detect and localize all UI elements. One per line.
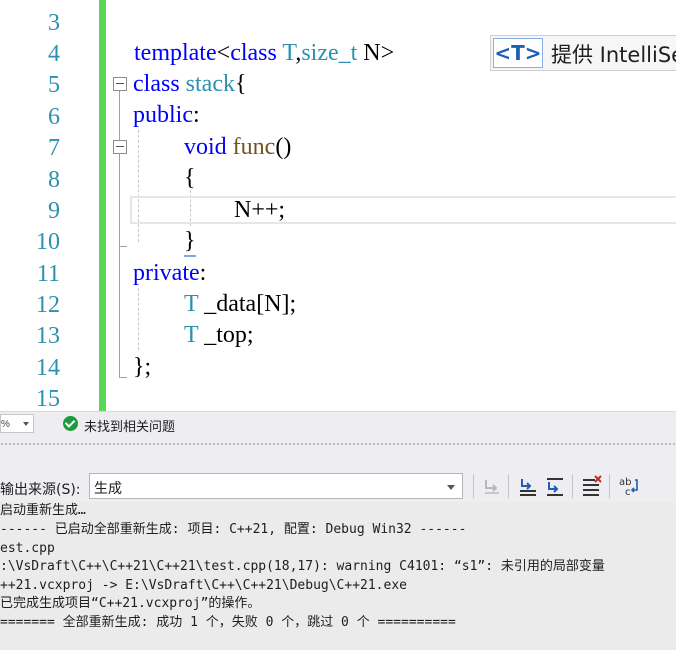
output-text-area[interactable]: 启动重新生成… ------ 已启动全部重新生成: 项目: C++21, 配置:… <box>0 502 676 650</box>
line-number: 9 <box>48 198 60 224</box>
fold-region-line <box>119 154 120 246</box>
change-tracking-bar <box>99 0 106 411</box>
svg-text:c: c <box>625 487 631 498</box>
panel-splitter[interactable] <box>0 436 676 464</box>
code-line-8: { <box>184 165 196 191</box>
line-number: 14 <box>36 355 60 381</box>
line-number: 15 <box>36 386 60 411</box>
output-line: 已完成生成项目“C++21.vcxproj”的操作。 <box>0 596 261 611</box>
find-message-icon[interactable] <box>480 474 504 498</box>
line-number: 13 <box>36 323 60 349</box>
next-message-icon[interactable] <box>543 474 567 498</box>
fold-region-end <box>119 246 127 247</box>
line-number: 7 <box>48 135 60 161</box>
zoom-dropdown[interactable]: % <box>0 414 34 433</box>
code-line-13: T _top; <box>184 322 254 348</box>
previous-message-icon[interactable] <box>516 474 540 498</box>
output-line: ======= 全部重新生成: 成功 1 个，失败 0 个，跳过 0 个 ===… <box>0 615 456 630</box>
line-number: 6 <box>48 104 60 130</box>
check-circle-icon[interactable] <box>63 416 78 431</box>
brace-match-underline <box>184 255 196 257</box>
line-number: 3 <box>48 10 60 36</box>
line-number: 8 <box>48 167 60 193</box>
code-line-5: class stack{ <box>133 71 247 97</box>
fold-region-end <box>119 377 127 378</box>
toggle-word-wrap-icon[interactable]: ab c <box>617 474 641 498</box>
toolbar-separator <box>572 474 573 498</box>
indent-guide <box>138 288 139 350</box>
toolbar-separator <box>609 474 610 498</box>
code-line-14: }; <box>133 354 152 380</box>
issues-status-text[interactable]: 未找到相关问题 <box>84 416 175 435</box>
output-line: ++21.vcxproj -> E:\VsDraft\C++\C++21\Deb… <box>0 578 407 593</box>
chevron-down-icon <box>447 485 455 490</box>
collapse-function-toggle-icon[interactable] <box>113 140 127 154</box>
line-number: 5 <box>48 72 60 98</box>
toolbar-separator <box>473 474 474 498</box>
code-line-11: private: <box>133 260 207 286</box>
current-line-highlight <box>130 196 676 224</box>
indent-guide <box>138 130 139 242</box>
clear-all-icon[interactable] <box>580 474 604 498</box>
quick-info-tooltip[interactable]: <T> 提供 IntelliSense <box>490 35 676 71</box>
collapse-class-toggle-icon[interactable] <box>113 77 127 91</box>
output-source-select[interactable]: 生成 <box>89 473 463 499</box>
quick-info-text: 提供 IntelliSense <box>551 43 676 67</box>
code-line-4: template<class T,size_t N> <box>134 40 395 66</box>
output-line: est.cpp <box>0 541 55 556</box>
editor-status-bar: % 未找到相关问题 <box>0 411 676 436</box>
code-line-7: void func() <box>184 134 292 160</box>
template-parameter-icon: <T> <box>493 38 543 68</box>
line-number: 12 <box>36 292 60 318</box>
output-line: 启动重新生成… <box>0 503 86 518</box>
output-source-value: 生成 <box>94 481 122 497</box>
zoom-indicator-icon: % <box>1 419 10 430</box>
line-number: 10 <box>36 229 60 255</box>
toolbar-separator <box>508 474 509 498</box>
code-line-10: } <box>184 228 196 254</box>
output-source-label: 输出来源(S): <box>0 482 81 498</box>
output-line: :\VsDraft\C++\C++21\C++21\test.cpp(18,17… <box>0 559 605 574</box>
output-line: ------ 已启动全部重新生成: 项目: C++21, 配置: Debug W… <box>0 522 467 537</box>
output-toolbar: 输出来源(S): 生成 ab c <box>0 464 676 502</box>
chevron-down-icon <box>23 422 29 426</box>
code-line-6: public: <box>133 102 200 128</box>
code-editor[interactable]: 3 4 5 6 7 8 9 10 11 12 13 14 15 template… <box>0 0 676 411</box>
code-line-12: T _data[N]; <box>184 291 297 317</box>
line-number: 4 <box>48 41 60 67</box>
line-number: 11 <box>36 261 60 287</box>
splitter-grip[interactable] <box>0 442 676 447</box>
code-line-9: N++; <box>234 197 286 223</box>
